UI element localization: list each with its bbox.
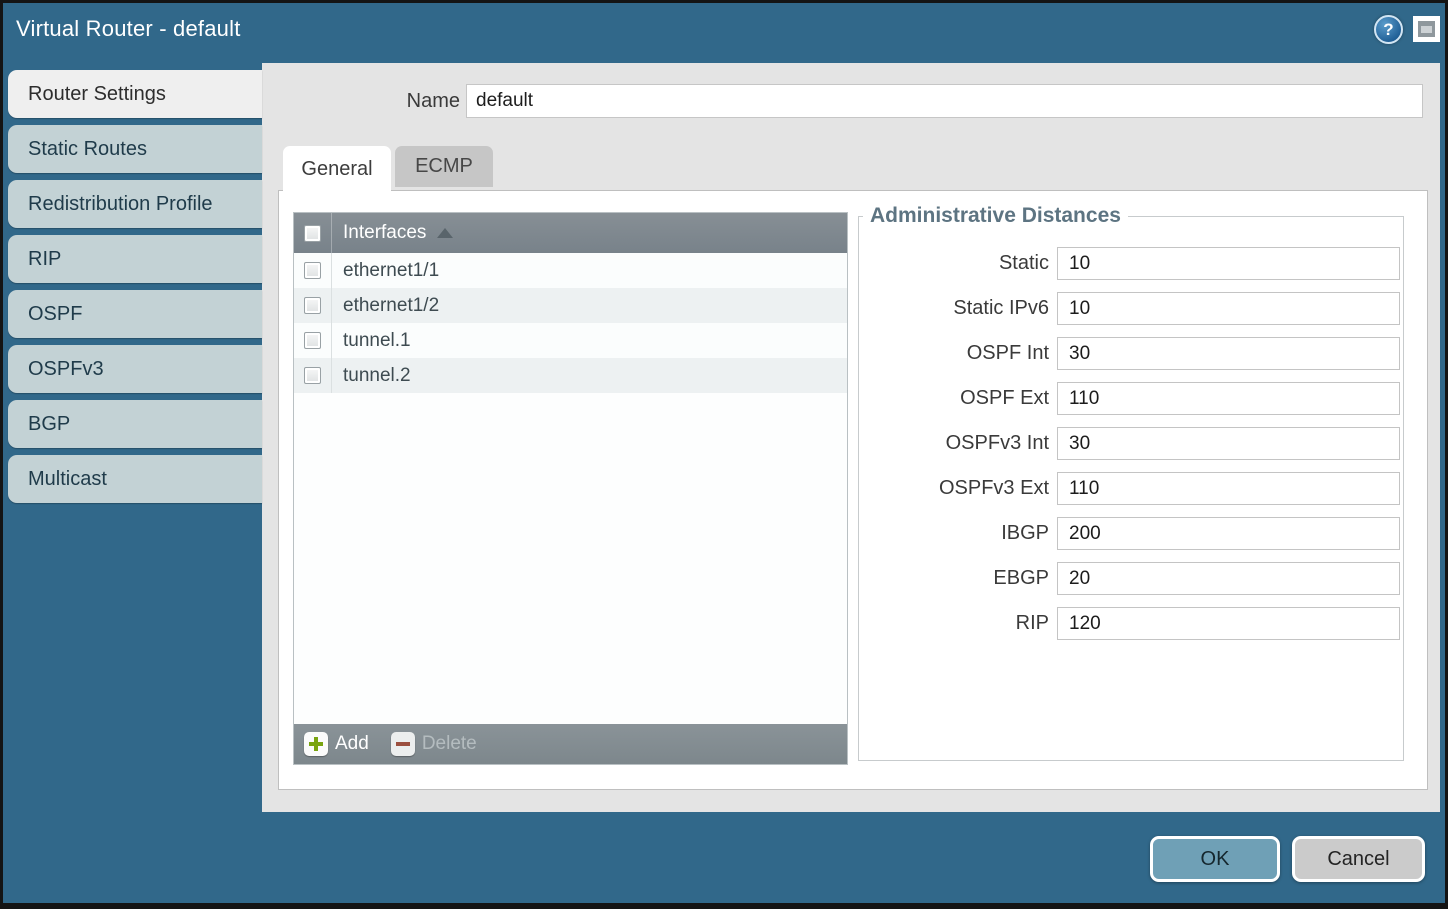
field-row: OSPFv3 Int (859, 427, 1403, 460)
rip-label: RIP (859, 612, 1049, 635)
sidebar-item-rip[interactable]: RIP (8, 235, 262, 283)
sidebar-item-bgp[interactable]: BGP (8, 400, 262, 448)
tab-general[interactable]: General (283, 146, 391, 192)
name-field-label: Name (262, 90, 460, 113)
table-toolbar: Add Delete (294, 724, 847, 764)
sidebar-item-label: BGP (28, 413, 70, 436)
field-row: OSPF Ext (859, 382, 1403, 415)
ospfv3-ext-input[interactable] (1057, 472, 1400, 505)
sidebar-item-ospfv3[interactable]: OSPFv3 (8, 345, 262, 393)
field-row: IBGP (859, 517, 1403, 550)
static-ipv6-label: Static IPv6 (859, 297, 1049, 320)
ok-button[interactable]: OK (1150, 836, 1280, 882)
name-input[interactable] (466, 84, 1423, 118)
administrative-distances-group: Administrative Distances Static Static I… (858, 204, 1404, 761)
sort-ascending-icon (437, 228, 453, 238)
table-row[interactable]: ethernet1/2 (294, 288, 847, 323)
row-checkbox[interactable] (304, 262, 321, 279)
window-button[interactable] (1413, 16, 1440, 42)
tab-ecmp[interactable]: ECMP (395, 146, 493, 187)
field-row: OSPFv3 Ext (859, 472, 1403, 505)
ospf-ext-label: OSPF Ext (859, 387, 1049, 410)
ospfv3-ext-label: OSPFv3 Ext (859, 477, 1049, 500)
sidebar: Router Settings Static Routes Redistribu… (8, 70, 262, 503)
ebgp-input[interactable] (1057, 562, 1400, 595)
ospf-ext-input[interactable] (1057, 382, 1400, 415)
sidebar-item-ospf[interactable]: OSPF (8, 290, 262, 338)
sidebar-item-label: OSPFv3 (28, 358, 104, 381)
ospfv3-int-label: OSPFv3 Int (859, 432, 1049, 455)
help-button[interactable]: ? (1374, 15, 1403, 44)
ospfv3-int-input[interactable] (1057, 427, 1400, 460)
ibgp-input[interactable] (1057, 517, 1400, 550)
field-row: Static IPv6 (859, 292, 1403, 325)
field-row: Static (859, 247, 1403, 280)
sidebar-item-label: Static Routes (28, 138, 147, 161)
static-input[interactable] (1057, 247, 1400, 280)
plus-icon (304, 732, 328, 756)
row-checkbox[interactable] (304, 297, 321, 314)
minus-icon (391, 732, 415, 756)
window-icon (1418, 21, 1435, 37)
general-tab-content: Interfaces ethernet1/1 ethernet1/2 (278, 190, 1428, 790)
add-button[interactable]: Add (304, 732, 369, 756)
interface-name: ethernet1/2 (343, 295, 439, 317)
sidebar-item-router-settings[interactable]: Router Settings (8, 70, 262, 118)
ospf-int-input[interactable] (1057, 337, 1400, 370)
sidebar-item-label: RIP (28, 248, 61, 271)
field-row: OSPF Int (859, 337, 1403, 370)
static-ipv6-input[interactable] (1057, 292, 1400, 325)
ibgp-label: IBGP (859, 522, 1049, 545)
row-checkbox[interactable] (304, 367, 321, 384)
sidebar-item-redistribution-profile[interactable]: Redistribution Profile (8, 180, 262, 228)
distance-fields: Static Static IPv6 OSPF Int OSPF Ext OSP… (859, 228, 1403, 640)
row-checkbox[interactable] (304, 332, 321, 349)
ebgp-label: EBGP (859, 567, 1049, 590)
sidebar-item-label: Redistribution Profile (28, 193, 213, 216)
sidebar-item-multicast[interactable]: Multicast (8, 455, 262, 503)
tab-label: General (301, 158, 372, 181)
dialog-title: Virtual Router - default (16, 16, 241, 42)
group-title: Administrative Distances (863, 204, 1128, 228)
interface-name: ethernet1/1 (343, 260, 439, 282)
interfaces-table-body: ethernet1/1 ethernet1/2 tunnel.1 (294, 253, 847, 724)
rip-input[interactable] (1057, 607, 1400, 640)
interface-name: tunnel.1 (343, 330, 411, 352)
table-row[interactable]: ethernet1/1 (294, 253, 847, 288)
table-row[interactable]: tunnel.2 (294, 358, 847, 393)
field-row: EBGP (859, 562, 1403, 595)
interface-name: tunnel.2 (343, 365, 411, 387)
delete-button-label: Delete (422, 733, 477, 755)
table-row[interactable]: tunnel.1 (294, 323, 847, 358)
sidebar-item-label: OSPF (28, 303, 82, 326)
sidebar-item-static-routes[interactable]: Static Routes (8, 125, 262, 173)
add-button-label: Add (335, 733, 369, 755)
interfaces-column-label: Interfaces (343, 222, 426, 244)
cancel-button[interactable]: Cancel (1292, 836, 1425, 882)
static-label: Static (859, 252, 1049, 275)
main-panel: Name General ECMP Interfaces etherne (262, 63, 1440, 812)
ospf-int-label: OSPF Int (859, 342, 1049, 365)
sidebar-item-label: Multicast (28, 468, 107, 491)
select-all-cell (294, 213, 332, 253)
field-row: RIP (859, 607, 1403, 640)
delete-button[interactable]: Delete (391, 732, 477, 756)
select-all-checkbox[interactable] (304, 225, 321, 242)
sidebar-item-label: Router Settings (28, 83, 166, 106)
interfaces-table: Interfaces ethernet1/1 ethernet1/2 (293, 212, 848, 765)
question-mark-icon: ? (1383, 20, 1393, 40)
tab-label: ECMP (415, 155, 473, 178)
interfaces-column-header[interactable]: Interfaces (294, 213, 847, 253)
